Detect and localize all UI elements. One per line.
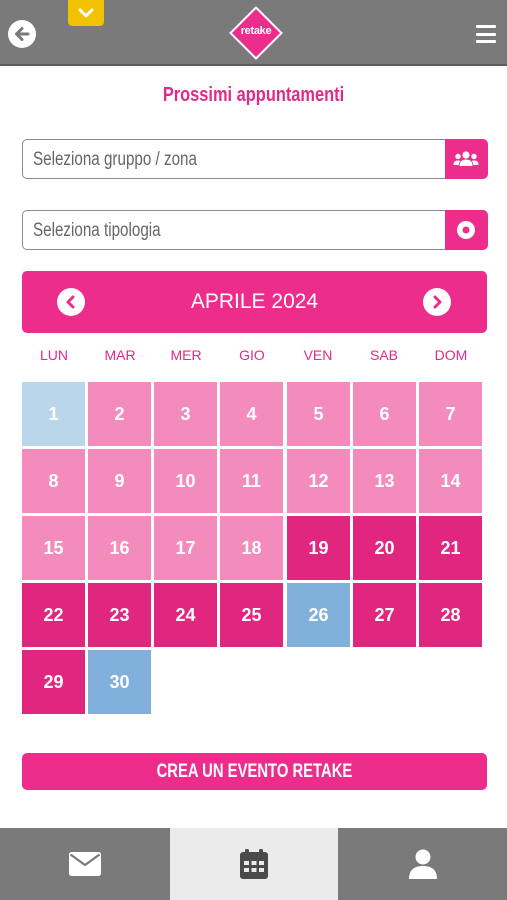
group-zone-placeholder: Seleziona gruppo / zona	[33, 149, 197, 170]
calendar-day[interactable]: 14	[419, 449, 482, 513]
calendar-day[interactable]: 3	[154, 382, 217, 446]
hamburger-menu-icon[interactable]	[476, 25, 496, 43]
app-header: retake	[0, 0, 507, 66]
next-month-button[interactable]	[423, 288, 451, 316]
back-button[interactable]	[8, 20, 36, 48]
weekday-thu: GIO	[239, 347, 265, 363]
calendar-day[interactable]: 1	[22, 382, 85, 446]
nav-profile[interactable]	[338, 828, 507, 900]
calendar-day[interactable]: 8	[22, 449, 85, 513]
chevron-right-icon	[433, 295, 442, 309]
nav-messages[interactable]	[0, 828, 170, 900]
calendar-day[interactable]: 15	[22, 516, 85, 580]
calendar-day[interactable]: 10	[154, 449, 217, 513]
calendar-header: APRILE 2024	[22, 271, 487, 333]
calendar-day[interactable]: 19	[287, 516, 350, 580]
calendar-day[interactable]: 9	[88, 449, 151, 513]
calendar-day[interactable]: 5	[287, 382, 350, 446]
arrow-left-icon	[15, 27, 30, 41]
chevron-down-icon	[78, 8, 94, 18]
type-placeholder: Seleziona tipologia	[33, 220, 161, 241]
calendar-day[interactable]: 29	[22, 650, 85, 714]
calendar-day[interactable]: 4	[220, 382, 283, 446]
calendar-day[interactable]: 21	[419, 516, 482, 580]
create-event-label: CREA UN EVENTO RETAKE	[156, 760, 353, 782]
group-select-button[interactable]	[444, 138, 488, 179]
weekday-mon: LUN	[39, 347, 68, 363]
calendar-day[interactable]: 27	[353, 583, 416, 647]
calendar-day[interactable]: 13	[353, 449, 416, 513]
calendar-icon	[240, 849, 268, 879]
users-icon	[453, 150, 479, 166]
calendar-day[interactable]: 17	[154, 516, 217, 580]
mail-icon	[69, 852, 101, 876]
calendar-day[interactable]: 20	[353, 516, 416, 580]
create-event-button[interactable]: CREA UN EVENTO RETAKE	[22, 753, 487, 790]
user-icon	[408, 849, 437, 879]
group-zone-select[interactable]: Seleziona gruppo / zona	[22, 138, 488, 179]
calendar-day[interactable]: 7	[419, 382, 482, 446]
calendar-day[interactable]: 11	[220, 449, 283, 513]
calendar-day[interactable]: 16	[88, 516, 151, 580]
weekday-wed: MER	[170, 347, 202, 363]
calendar-day[interactable]: 28	[419, 583, 482, 647]
calendar-day[interactable]: 22	[22, 583, 85, 647]
dropdown-toggle[interactable]	[68, 0, 104, 26]
weekday-sat: SAB	[369, 347, 398, 363]
type-select[interactable]: Seleziona tipologia	[22, 209, 488, 250]
weekday-tue: MAR	[104, 347, 136, 363]
calendar-day[interactable]: 23	[88, 583, 151, 647]
calendar-day[interactable]: 18	[220, 516, 283, 580]
calendar-day[interactable]: 30	[88, 650, 151, 714]
calendar-day[interactable]: 26	[287, 583, 350, 647]
retake-logo[interactable]: retake	[229, 6, 283, 60]
calendar-day[interactable]: 24	[154, 583, 217, 647]
calendar-month-label: APRILE 2024	[190, 290, 319, 313]
calendar-day[interactable]: 12	[287, 449, 350, 513]
bottom-nav	[0, 828, 507, 900]
calendar-day[interactable]: 25	[220, 583, 283, 647]
logo-text: retake	[240, 25, 272, 37]
type-select-button[interactable]	[444, 209, 488, 250]
weekday-fri: VEN	[303, 347, 333, 363]
weekday-sun: DOM	[434, 347, 468, 363]
dot-circle-icon	[457, 220, 475, 239]
page-title: Prossimi appuntamenti	[162, 84, 345, 106]
calendar-day[interactable]: 2	[88, 382, 151, 446]
nav-calendar[interactable]	[170, 828, 338, 900]
calendar-day[interactable]: 6	[353, 382, 416, 446]
